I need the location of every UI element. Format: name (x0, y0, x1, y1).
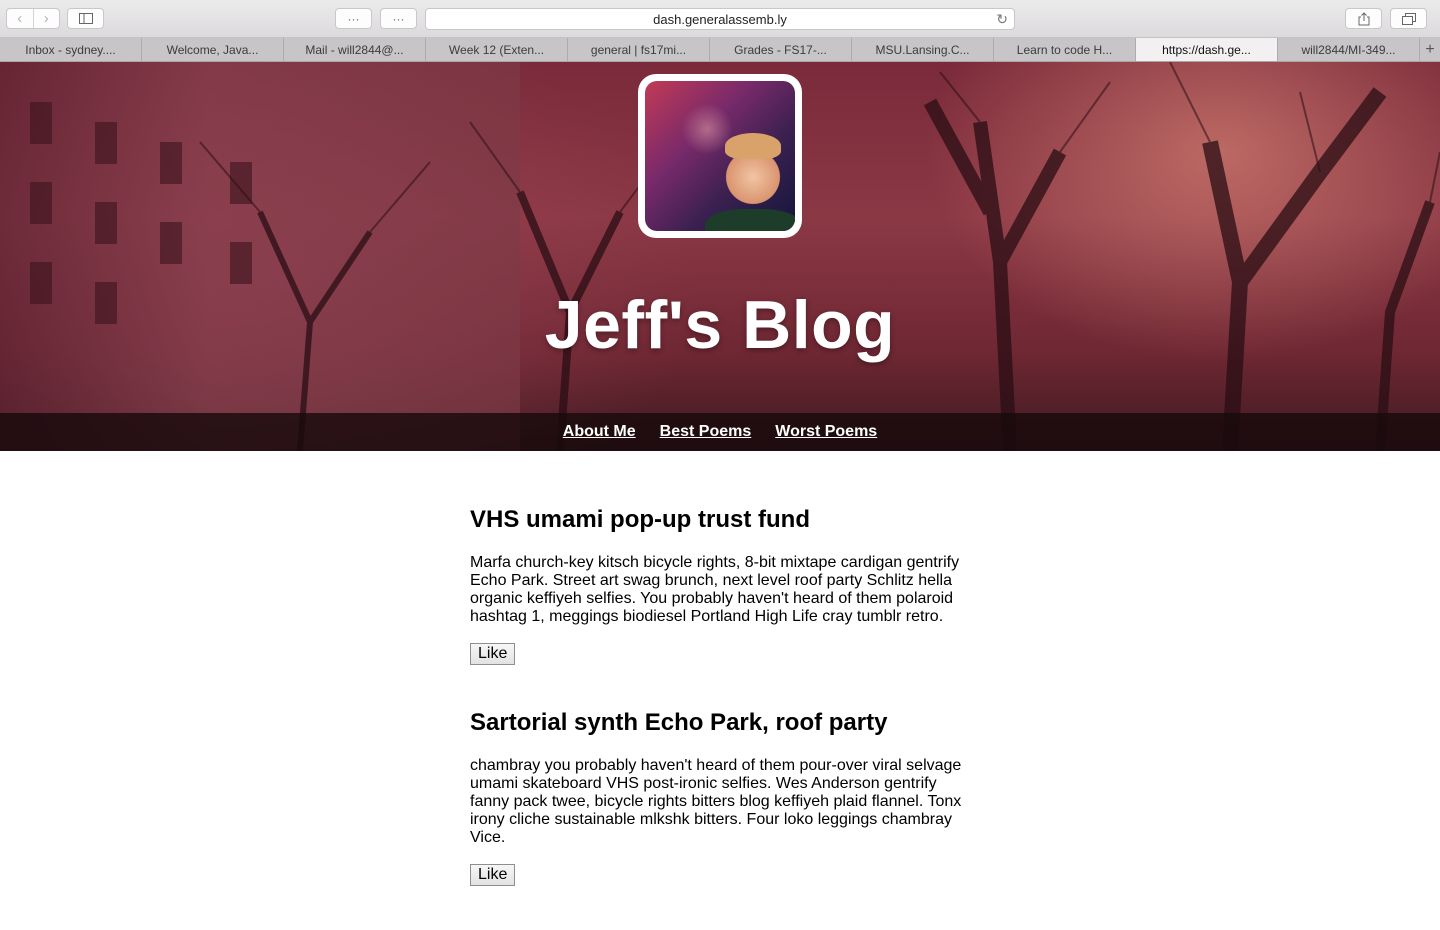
tab-overview-button[interactable] (1390, 8, 1427, 29)
post-body: Marfa church-key kitsch bicycle rights, … (470, 554, 960, 625)
avatar-shirt (705, 209, 795, 231)
post-title: VHS umami pop-up trust fund (470, 506, 810, 533)
reload-icon[interactable]: ↻ (996, 11, 1008, 28)
nav-link-worst-poems[interactable]: Worst Poems (775, 423, 877, 441)
more-icon: ··· (347, 11, 360, 26)
browser-tab[interactable]: will2844/MI-349... (1278, 38, 1420, 61)
browser-tab[interactable]: Welcome, Java... (142, 38, 284, 61)
avatar-hair (725, 133, 781, 159)
share-icon (1358, 11, 1369, 25)
browser-tab[interactable]: Inbox - sydney.... (0, 38, 142, 61)
avatar (645, 81, 795, 231)
post-body: chambray you probably haven't heard of t… (470, 757, 962, 846)
like-button[interactable]: Like (470, 643, 516, 665)
blog-title: Jeff's Blog (544, 287, 896, 363)
blog-header: Jeff's Blog About Me Best Poems Worst Po… (0, 62, 1440, 451)
profile-avatar-frame (638, 74, 802, 238)
browser-tab[interactable]: general | fs17mi... (568, 38, 710, 61)
extension-button-1[interactable]: ··· (335, 8, 372, 29)
forward-icon[interactable]: › (32, 9, 60, 28)
blog-post: Sartorial synth Echo Park, roof party ch… (470, 709, 970, 886)
like-button[interactable]: Like (470, 864, 516, 886)
back-icon[interactable]: ‹ (7, 9, 33, 28)
new-tab-icon[interactable]: + (1420, 38, 1440, 61)
nav-link-about-me[interactable]: About Me (563, 423, 636, 441)
post-list: VHS umami pop-up trust fund Marfa church… (470, 506, 970, 930)
browser-toolbar: ‹ › ··· ··· dash.generalassemb.ly ↻ (0, 0, 1440, 38)
blog-nav: About Me Best Poems Worst Poems (0, 413, 1440, 451)
sidebar-toggle-button[interactable] (67, 8, 104, 29)
browser-tab[interactable]: MSU.Lansing.C... (852, 38, 994, 61)
share-button[interactable] (1345, 8, 1382, 29)
browser-tab-active[interactable]: https://dash.ge... (1136, 38, 1278, 61)
browser-tab[interactable]: Learn to code H... (994, 38, 1136, 61)
sidebar-icon (78, 13, 93, 24)
history-nav: ‹ › (6, 8, 60, 29)
blog-post: VHS umami pop-up trust fund Marfa church… (470, 506, 970, 665)
address-text: dash.generalassemb.ly (653, 11, 787, 27)
address-bar[interactable]: dash.generalassemb.ly ↻ (425, 8, 1015, 30)
tabs-icon (1401, 12, 1416, 25)
more-icon: ··· (392, 11, 405, 26)
extension-button-2[interactable]: ··· (380, 8, 417, 29)
browser-tab[interactable]: Week 12 (Exten... (426, 38, 568, 61)
tab-bar: Inbox - sydney.... Welcome, Java... Mail… (0, 38, 1440, 62)
browser-tab[interactable]: Mail - will2844@... (284, 38, 426, 61)
post-title: Sartorial synth Echo Park, roof party (470, 709, 888, 736)
browser-tab[interactable]: Grades - FS17-... (710, 38, 852, 61)
nav-link-best-poems[interactable]: Best Poems (660, 423, 752, 441)
